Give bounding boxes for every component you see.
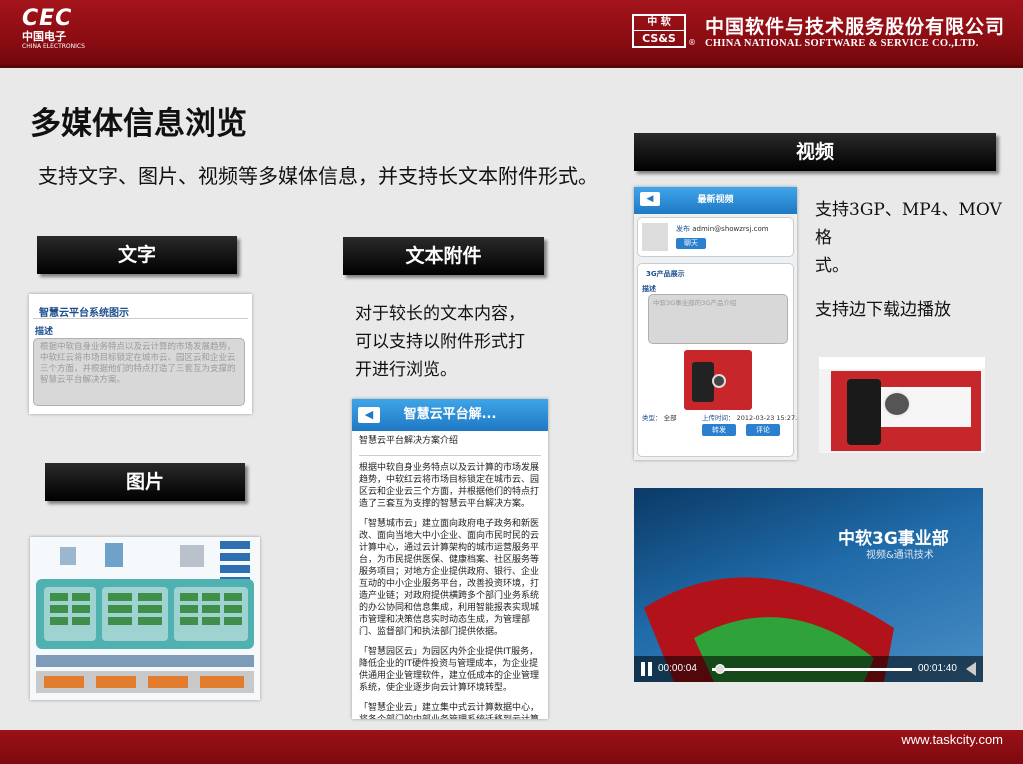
video-detail-panel: ◀ 最新视频 发布 admin@showzrsj.com 聊天 3G产品展示 描… bbox=[634, 187, 797, 460]
attachment-desc-line: 对于较长的文本内容， bbox=[355, 304, 525, 324]
video-frame-art bbox=[644, 577, 894, 682]
video-format-line: 支持3GP、MP4、MOV格 bbox=[815, 200, 1002, 248]
server-icon bbox=[180, 545, 204, 567]
avatar bbox=[642, 223, 668, 251]
document-title-bar: ◀ 智慧云平台解... bbox=[352, 399, 548, 431]
footer-website[interactable]: www.taskcity.com bbox=[901, 732, 1003, 747]
video-streaming-description: 支持边下载边播放 bbox=[815, 300, 951, 320]
play-icon[interactable] bbox=[883, 391, 911, 417]
pause-icon[interactable] bbox=[648, 662, 652, 676]
people-icon bbox=[60, 547, 76, 565]
video-format-description: 支持3GP、MP4、MOV格 式。 bbox=[815, 196, 1015, 280]
pause-icon[interactable] bbox=[641, 662, 645, 676]
volume-icon[interactable] bbox=[966, 662, 976, 676]
video-desc-box: 中软3G事业部的3G产品介绍 bbox=[648, 294, 788, 344]
document-paragraph: 「智慧企业云」建立集中式云计算数据中心，将各个部门的内部业务管理系统迁移到云计算… bbox=[359, 703, 540, 719]
type-value: 全部 bbox=[663, 414, 677, 422]
architecture-diagram bbox=[36, 541, 254, 693]
video-time-row: 上传时间： 2012-03-23 15:27... bbox=[702, 412, 797, 422]
platform-band bbox=[36, 655, 254, 667]
document-paragraph: 「智慧城市云」建立面向政府电子政务和新医改、面向当地大中小企业、面向市民时民的云… bbox=[359, 519, 540, 637]
forward-button[interactable]: 转发 bbox=[702, 424, 736, 436]
video-thumbnail[interactable] bbox=[684, 350, 752, 410]
seek-bar[interactable] bbox=[712, 664, 912, 674]
back-button[interactable]: ◀ bbox=[640, 192, 660, 206]
label-attachment: 文本附件 bbox=[343, 237, 544, 275]
video-format-line: 式。 bbox=[815, 256, 849, 276]
video-ad-thumbnail[interactable] bbox=[819, 357, 985, 453]
text-panel-title: 智慧云平台系统图示 bbox=[39, 308, 129, 319]
slide-title: 多媒体信息浏览 bbox=[30, 106, 247, 142]
text-panel-body: 根据中软自身业务特点以及云计算的市场发展趋势，中软红云将市场目标锁定在城市云、园… bbox=[33, 338, 245, 406]
divider bbox=[33, 318, 248, 319]
back-button[interactable]: ◀ bbox=[358, 407, 380, 423]
divider bbox=[359, 455, 541, 456]
label-text: 文字 bbox=[37, 236, 237, 274]
ad-top-strip bbox=[819, 357, 985, 369]
registered-mark: ® bbox=[688, 38, 696, 47]
document-heading: 智慧云平台解决方案介绍 bbox=[359, 436, 459, 446]
footer-bar: www.taskcity.com bbox=[0, 730, 1023, 764]
company-name-cn: 中国软件与技术服务股份有限公司 bbox=[705, 16, 1006, 38]
publisher-line: 发布 admin@showzrsj.com bbox=[676, 224, 769, 234]
current-time: 00:00:04 bbox=[658, 663, 697, 674]
video-player[interactable]: 中软3G事业部 视频&通讯技术 00:00:04 00:01:40 bbox=[634, 488, 983, 682]
comment-button[interactable]: 评论 bbox=[746, 424, 780, 436]
cec-logo-text: CEC bbox=[22, 6, 73, 31]
css-logo-cn: 中 软 bbox=[634, 16, 684, 31]
play-icon[interactable] bbox=[712, 374, 726, 388]
text-preview-panel: 智慧云平台系统图示 描述 根据中软自身业务特点以及云计算的市场发展趋势，中软红云… bbox=[29, 294, 252, 414]
cec-logo-en: CHINA ELECTRONICS bbox=[22, 43, 85, 50]
document-paragraph: 根据中软自身业务特点以及云计算的市场发展趋势，中软红云将市场目标锁定在城市云、园… bbox=[359, 463, 540, 509]
video-info-card: 3G产品展示 描述 中软3G事业部的3G产品介绍 类型： 全部 上传时间： 20… bbox=[637, 263, 797, 457]
video-type-row: 类型： 全部 bbox=[642, 412, 677, 422]
service-pills bbox=[220, 541, 250, 585]
slide-description: 支持文字、图片、视频等多媒体信息，并支持长文本附件形式。 bbox=[38, 164, 598, 188]
phone-image bbox=[692, 362, 714, 402]
time-value: 2012-03-23 15:27... bbox=[736, 414, 797, 422]
cec-logo: CEC 中国电子 CHINA ELECTRONICS bbox=[22, 8, 85, 51]
chat-button[interactable]: 聊天 bbox=[676, 238, 706, 249]
video-bar-title: 最新视频 bbox=[697, 195, 734, 205]
attachment-desc-line: 可以支持以附件形式打 bbox=[355, 332, 525, 352]
label-video: 视频 bbox=[634, 133, 996, 171]
image-preview-panel bbox=[30, 537, 260, 700]
module-blocks bbox=[50, 593, 242, 625]
player-subtitle: 视频&通讯技术 bbox=[866, 550, 934, 561]
document-viewer-panel: ◀ 智慧云平台解... 智慧云平台解决方案介绍 根据中软自身业务特点以及云计算的… bbox=[352, 399, 548, 719]
publish-prefix: 发布 bbox=[676, 225, 690, 233]
header-bar: CEC 中国电子 CHINA ELECTRONICS 中 软 CS&S ® 中国… bbox=[0, 0, 1023, 68]
building-icon bbox=[105, 543, 123, 567]
company-name-en: CHINA NATIONAL SOFTWARE & SERVICE CO.,LT… bbox=[705, 38, 979, 49]
video-title-bar: ◀ 最新视频 bbox=[634, 187, 797, 214]
document-bar-title: 智慧云平台解... bbox=[403, 407, 497, 422]
publisher-email: admin@showzrsj.com bbox=[692, 225, 769, 233]
player-control-bar: 00:00:04 00:01:40 bbox=[634, 656, 983, 682]
type-label: 类型： bbox=[642, 414, 662, 422]
text-panel-section: 描述 bbox=[35, 327, 54, 337]
video-desc-label: 描述 bbox=[642, 285, 656, 293]
css-logo: 中 软 CS&S bbox=[632, 14, 686, 48]
video-section-title: 3G产品展示 bbox=[646, 270, 685, 278]
publisher-card: 发布 admin@showzrsj.com 聊天 bbox=[637, 217, 794, 257]
total-time: 00:01:40 bbox=[918, 663, 957, 674]
attachment-description: 对于较长的文本内容， 可以支持以附件形式打 开进行浏览。 bbox=[355, 300, 575, 384]
phone-image bbox=[847, 379, 881, 445]
label-image: 图片 bbox=[45, 463, 245, 501]
document-paragraph: 「智慧园区云」为园区内外企业提供IT服务，降低企业的IT硬件投资与管理成本，为企… bbox=[359, 647, 540, 693]
cec-logo-cn: 中国电子 bbox=[22, 30, 66, 43]
css-logo-en: CS&S bbox=[642, 32, 676, 45]
time-label: 上传时间： bbox=[702, 414, 735, 422]
seek-handle[interactable] bbox=[715, 664, 725, 674]
attachment-desc-line: 开进行浏览。 bbox=[355, 360, 457, 380]
